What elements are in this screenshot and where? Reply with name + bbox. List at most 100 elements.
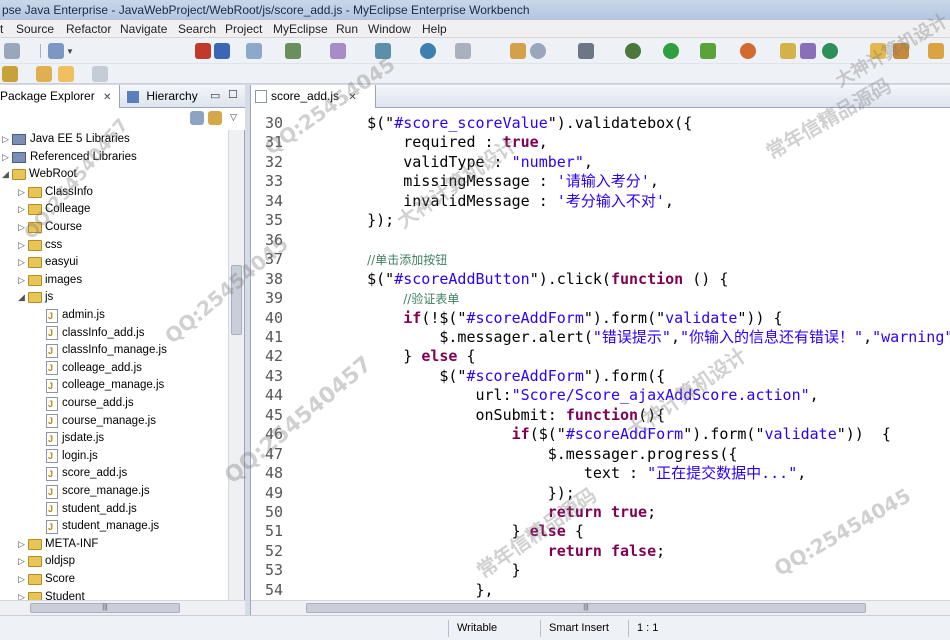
- maximize-icon[interactable]: ☐: [228, 88, 238, 101]
- tree-item[interactable]: ▷ Score: [18, 571, 75, 588]
- tree-item[interactable]: ▷ Colleage: [18, 201, 90, 218]
- tree-item[interactable]: ▷ Student: [18, 589, 85, 600]
- tree-item[interactable]: colleage_manage.js: [36, 377, 164, 395]
- editor-horizontal-scrollbar[interactable]: |||: [251, 600, 950, 615]
- tree-item[interactable]: ▷ css: [18, 237, 62, 254]
- tree-item[interactable]: course_manage.js: [36, 413, 156, 430]
- tree-item[interactable]: student_add.js: [36, 501, 137, 518]
- menu-item-t[interactable]: t: [0, 21, 3, 37]
- tree-item[interactable]: student_manage.js: [36, 518, 159, 536]
- menu-item-run[interactable]: Run: [336, 21, 358, 37]
- tree-item-label: images: [45, 273, 83, 286]
- tab-score-add-js[interactable]: score_add.js ✕: [251, 85, 376, 108]
- collapse-all-icon[interactable]: [190, 111, 204, 125]
- tree-item[interactable]: ▷ easyui: [18, 254, 78, 271]
- tree-item[interactable]: score_manage.js: [36, 483, 150, 501]
- view-menu-icon[interactable]: ▽: [230, 112, 237, 123]
- tree-item[interactable]: ▷ oldjsp: [18, 553, 75, 570]
- next-annotation-icon[interactable]: [2, 66, 18, 82]
- link-with-editor-icon[interactable]: [208, 111, 222, 125]
- menu-item-window[interactable]: Window: [368, 21, 411, 37]
- expand-arrow-icon[interactable]: ▷: [2, 149, 12, 166]
- expand-arrow-icon[interactable]: ▷: [18, 237, 28, 254]
- expand-arrow-icon[interactable]: ▷: [18, 536, 28, 553]
- tab-hierarchy[interactable]: Hierarchy: [127, 85, 198, 108]
- menu-item-search[interactable]: Search: [178, 21, 216, 37]
- refresh-icon[interactable]: [740, 43, 756, 59]
- tree-item[interactable]: admin.js: [36, 307, 105, 325]
- run-icon[interactable]: [663, 43, 679, 59]
- expand-arrow-icon[interactable]: ▷: [18, 184, 28, 201]
- tree-item[interactable]: score_add.js: [36, 465, 127, 483]
- tree-item[interactable]: ▷ META-INF: [18, 536, 98, 553]
- deploy-icon[interactable]: [195, 43, 211, 59]
- expand-arrow-icon[interactable]: ▷: [18, 201, 28, 218]
- close-icon[interactable]: ✕: [103, 92, 111, 103]
- minimize-icon[interactable]: ▭: [210, 89, 220, 102]
- expand-arrow-icon[interactable]: ▷: [18, 589, 28, 600]
- folder-open-icon[interactable]: [870, 43, 886, 59]
- menu-item-refactor[interactable]: Refactor: [66, 21, 111, 37]
- menu-item-navigate[interactable]: Navigate: [120, 21, 167, 37]
- print-icon[interactable]: [4, 43, 20, 59]
- tree-item[interactable]: course_add.js: [36, 395, 134, 413]
- tree-item[interactable]: ◢ WebRoot: [2, 166, 77, 183]
- expand-arrow-icon[interactable]: ◢: [2, 166, 12, 183]
- menu-item-myeclipse[interactable]: MyEclipse: [273, 21, 328, 37]
- tree-item[interactable]: colleage_add.js: [36, 360, 142, 377]
- menu-item-project[interactable]: Project: [225, 21, 262, 37]
- expand-arrow-icon[interactable]: ▷: [18, 219, 28, 236]
- expand-arrow-icon[interactable]: ▷: [18, 571, 28, 588]
- tree-item[interactable]: ▷ ClassInfo: [18, 184, 93, 201]
- tree-item[interactable]: classInfo_manage.js: [36, 342, 167, 360]
- scrollbar-thumb[interactable]: |||: [30, 603, 180, 613]
- explorer-vertical-scrollbar[interactable]: [228, 130, 244, 600]
- expand-arrow-icon[interactable]: ▷: [2, 131, 12, 148]
- perspective-icon[interactable]: [928, 43, 944, 59]
- search-icon[interactable]: [530, 43, 546, 59]
- close-icon[interactable]: ✕: [348, 92, 356, 103]
- globe-icon[interactable]: [420, 43, 436, 59]
- explorer-horizontal-scrollbar[interactable]: |||: [0, 600, 245, 615]
- browser-icon[interactable]: [246, 43, 262, 59]
- tree-item[interactable]: jsdate.js: [36, 430, 104, 448]
- menu-item-help[interactable]: Help: [422, 21, 447, 37]
- js-file-icon: [255, 90, 267, 103]
- tree-item[interactable]: ▷ images: [18, 272, 82, 289]
- scrollbar-thumb[interactable]: [231, 265, 242, 335]
- external-tools-icon[interactable]: [700, 43, 716, 59]
- tree-item[interactable]: ◢ js: [18, 289, 53, 306]
- expand-arrow-icon[interactable]: ▷: [18, 254, 28, 271]
- monitor-icon[interactable]: [578, 43, 594, 59]
- tree-item[interactable]: ▷ Referenced Libraries: [2, 149, 137, 166]
- tree-item-label: css: [45, 238, 63, 251]
- expand-arrow-icon[interactable]: ▷: [18, 272, 28, 289]
- chevron-down-icon[interactable]: ▼: [66, 47, 74, 56]
- forward-icon[interactable]: [92, 66, 108, 82]
- save-all-icon[interactable]: [455, 43, 471, 59]
- sync-icon[interactable]: [822, 43, 838, 59]
- new-icon[interactable]: [330, 43, 346, 59]
- tree-item[interactable]: ▷ Course: [18, 219, 82, 236]
- line-number: 38: [264, 269, 283, 288]
- template-icon[interactable]: [510, 43, 526, 59]
- open-type-icon[interactable]: [780, 43, 796, 59]
- pencil-icon[interactable]: [893, 43, 909, 59]
- tree-item[interactable]: classInfo_add.js: [36, 325, 144, 342]
- wizard-icon[interactable]: [285, 43, 301, 59]
- debug-icon[interactable]: [625, 43, 641, 59]
- tree-item[interactable]: login.js: [36, 448, 98, 465]
- tree-item[interactable]: ▷ Java EE 5 Libraries: [2, 131, 130, 148]
- scrollbar-thumb[interactable]: |||: [306, 603, 866, 613]
- back-icon[interactable]: [58, 66, 74, 82]
- tab-package-explorer[interactable]: Package Explorer ✕: [0, 85, 120, 108]
- server-icon[interactable]: [48, 43, 64, 59]
- bean-icon[interactable]: [375, 43, 391, 59]
- expand-arrow-icon[interactable]: ◢: [18, 289, 28, 306]
- redeploy-icon[interactable]: [214, 43, 230, 59]
- menu-item-source[interactable]: Source: [16, 21, 54, 37]
- open-resource-icon[interactable]: [800, 43, 816, 59]
- expand-arrow-icon[interactable]: ▷: [18, 553, 28, 570]
- code-area[interactable]: 30 $("#score_scoreValue").validatebox({3…: [251, 108, 950, 600]
- last-edit-icon[interactable]: [36, 66, 52, 82]
